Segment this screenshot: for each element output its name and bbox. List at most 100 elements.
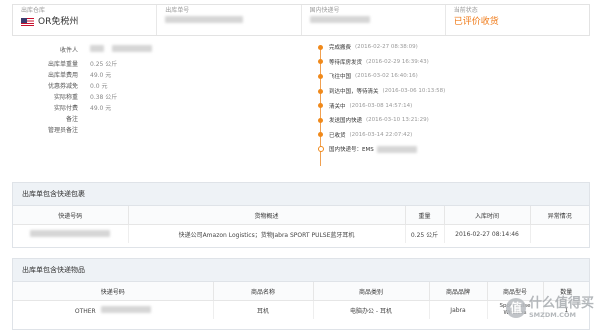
timeline-item: 已收货 (2016-03-14 22:07:42) [318, 128, 588, 143]
timeline-time: (2016-02-29 16:39:43) [366, 58, 429, 65]
timeline-dot-icon [318, 59, 323, 65]
order-no-cell: 出库单号 [157, 5, 302, 35]
packages-title: 出库单包含快递包裹 [13, 183, 589, 206]
timeline-time: (2016-03-10 13:21:29) [366, 117, 429, 124]
info-label: 管理员备注 [47, 127, 78, 134]
timeline-time: (2016-03-14 22:07:42) [349, 131, 413, 138]
timeline-event: 等待库房发货 [329, 59, 363, 66]
timeline-dot-icon [318, 132, 323, 138]
timeline-time: (2016-02-27 08:38:09) [355, 44, 418, 51]
redacted-order-no [165, 16, 244, 23]
status-value: 已评价收货 [453, 17, 499, 27]
domestic-no-cell: 国内快递号 [302, 5, 446, 35]
shipment-header: 出库仓库 OR免税州 出库单号 国内快递号 当前状态 已评价收货 [12, 4, 590, 36]
info-label: 实际付费 [53, 105, 78, 112]
info-label: 备注 [65, 116, 78, 123]
timeline-item: 等待库房发货 (2016-02-29 16:39:43) [318, 55, 588, 70]
timeline-item: 完成搬费 (2016-02-27 08:38:09) [318, 40, 588, 55]
table-header-row: 快递号码 商品名称 商品类别 商品品牌 商品型号 数量 [13, 282, 589, 301]
status-cell: 当前状态 已评价收货 [446, 5, 589, 35]
info-label: 收件人 [59, 46, 78, 54]
timeline-item: 清关中 (2016-03-08 14:57:14) [318, 98, 588, 113]
desc-cell: 快递公司Amazon Logistics；货物Jabra SPORT PULSE… [128, 224, 406, 243]
timeline-event: 清关中 [329, 103, 346, 110]
timeline-event: 完成搬费 [329, 45, 352, 52]
time-cell: 2016-02-27 08:14:46 [444, 224, 531, 243]
info-label: 优惠券减免 [47, 83, 78, 90]
packages-section: 出库单包含快递包裹 快递号码 货物概述 重量 入库时间 异常情况 快递公司Ama… [12, 182, 590, 248]
timeline-item: 国内快递号：EMS [318, 142, 588, 157]
info-row: 实际称重 0.38 公斤 [18, 91, 278, 102]
timeline-event: 已收货 [329, 132, 346, 139]
info-label: 实际称重 [53, 94, 78, 101]
timeline-item: 飞往中国 (2016-03-02 16:40:16) [318, 69, 588, 84]
name-cell: 耳机 [213, 300, 314, 319]
timeline-event: 到达中国，等待清关 [329, 89, 379, 96]
warehouse-value: OR免税州 [38, 17, 79, 27]
domestic-no-label: 国内快递号 [309, 7, 340, 14]
timeline-dot-icon [318, 146, 324, 153]
column-header: 商品品牌 [429, 282, 488, 301]
timeline-event: 发送国内快递 [329, 118, 363, 125]
watermark-sub: SMZDM.COM [528, 311, 576, 319]
items-section: 出库单包含快递物品 快递号码 商品名称 商品类别 商品品牌 商品型号 数量 OT… [12, 258, 590, 330]
timeline-dot-icon [318, 88, 323, 94]
timeline-item: 发送国内快递 (2016-03-10 13:21:29) [318, 113, 588, 128]
tracking-cell: OTHER [13, 300, 214, 319]
info-value: 0.38 公斤 [90, 94, 118, 101]
order-no-label: 出库单号 [165, 7, 190, 14]
watermark-text: 什么值得买 [528, 296, 594, 311]
info-value: 0.0 元 [90, 83, 108, 90]
category-cell: 电脑办公 - 耳机 [313, 300, 430, 319]
table-row: 快递公司Amazon Logistics；货物Jabra SPORT PULSE… [13, 224, 589, 243]
weight-cell: 0.25 公斤 [405, 224, 445, 243]
info-row: 收件人 [18, 40, 278, 58]
info-row: 出库单重量 0.25 公斤 [18, 58, 278, 69]
info-label: 出库单费用 [47, 72, 78, 79]
info-label: 出库单重量 [47, 61, 78, 68]
table-row: OTHER 耳机 电脑办公 - 耳机 Jabra Sport Pulse Wir… [13, 300, 589, 319]
info-value: 49.0 元 [90, 72, 112, 79]
redacted-ems-no [376, 145, 417, 153]
watermark: 值 什么值得买 SMZDM.COM [505, 296, 594, 320]
brand-cell: Jabra [429, 300, 488, 319]
items-title: 出库单包含快递物品 [13, 259, 589, 282]
info-row: 实际付费 49.0 元 [18, 102, 278, 113]
column-header: 重量 [405, 206, 445, 225]
watermark-text-wrap: 什么值得买 SMZDM.COM [528, 296, 594, 320]
info-row: 优惠券减免 0.0 元 [18, 80, 278, 91]
watermark-logo-icon: 值 [505, 298, 526, 318]
column-header: 商品名称 [213, 282, 314, 301]
us-flag-icon [21, 18, 34, 26]
timeline-time: (2016-03-02 16:40:16) [355, 73, 418, 80]
shipment-detail-page: 出库仓库 OR免税州 出库单号 国内快递号 当前状态 已评价收货 收件人 出库单… [0, 0, 600, 330]
info-row: 备注 [18, 113, 278, 124]
timeline-item: 到达中国，等待清关 (2016-03-06 10:13:58) [318, 84, 588, 99]
timeline-dot-icon [318, 117, 323, 123]
info-row: 管理员备注 [18, 124, 278, 135]
shipment-info: 收件人 出库单重量 0.25 公斤 出库单费用 49.0 元 优惠券减免 0.0… [18, 40, 278, 135]
redacted-domestic-no [309, 16, 370, 23]
warehouse-cell: 出库仓库 OR免税州 [13, 5, 158, 35]
info-row: 出库单费用 49.0 元 [18, 69, 278, 80]
warehouse-label: 出库仓库 [21, 7, 46, 14]
items-table: 快递号码 商品名称 商品类别 商品品牌 商品型号 数量 OTHER 耳机 电脑办… [13, 282, 589, 319]
tracking-timeline: 完成搬费 (2016-02-27 08:38:09) 等待库房发货 (2016-02… [318, 40, 588, 166]
column-header: 快递号码 [13, 282, 214, 301]
timeline-dot-icon [318, 103, 323, 109]
table-header-row: 快递号码 货物概述 重量 入库时间 异常情况 [13, 206, 589, 225]
tracking-cell [13, 224, 129, 243]
timeline-event: 国内快递号：EMS [329, 147, 374, 154]
timeline-time: (2016-03-08 14:57:14) [349, 102, 413, 109]
info-value: 0.25 公斤 [90, 61, 118, 68]
timeline-event: 飞往中国 [329, 74, 352, 81]
info-value: 49.0 元 [90, 105, 112, 112]
column-header: 商品类别 [313, 282, 430, 301]
column-header: 快递号码 [13, 206, 129, 225]
timeline-time: (2016-03-06 10:13:58) [382, 88, 446, 95]
warehouse-value-wrap: OR免税州 [21, 16, 148, 28]
packages-table: 快递号码 货物概述 重量 入库时间 异常情况 快递公司Amazon Logist… [13, 206, 589, 243]
column-header: 异常情况 [530, 206, 589, 225]
domestic-no-value [309, 16, 437, 23]
column-header: 货物概述 [128, 206, 406, 225]
